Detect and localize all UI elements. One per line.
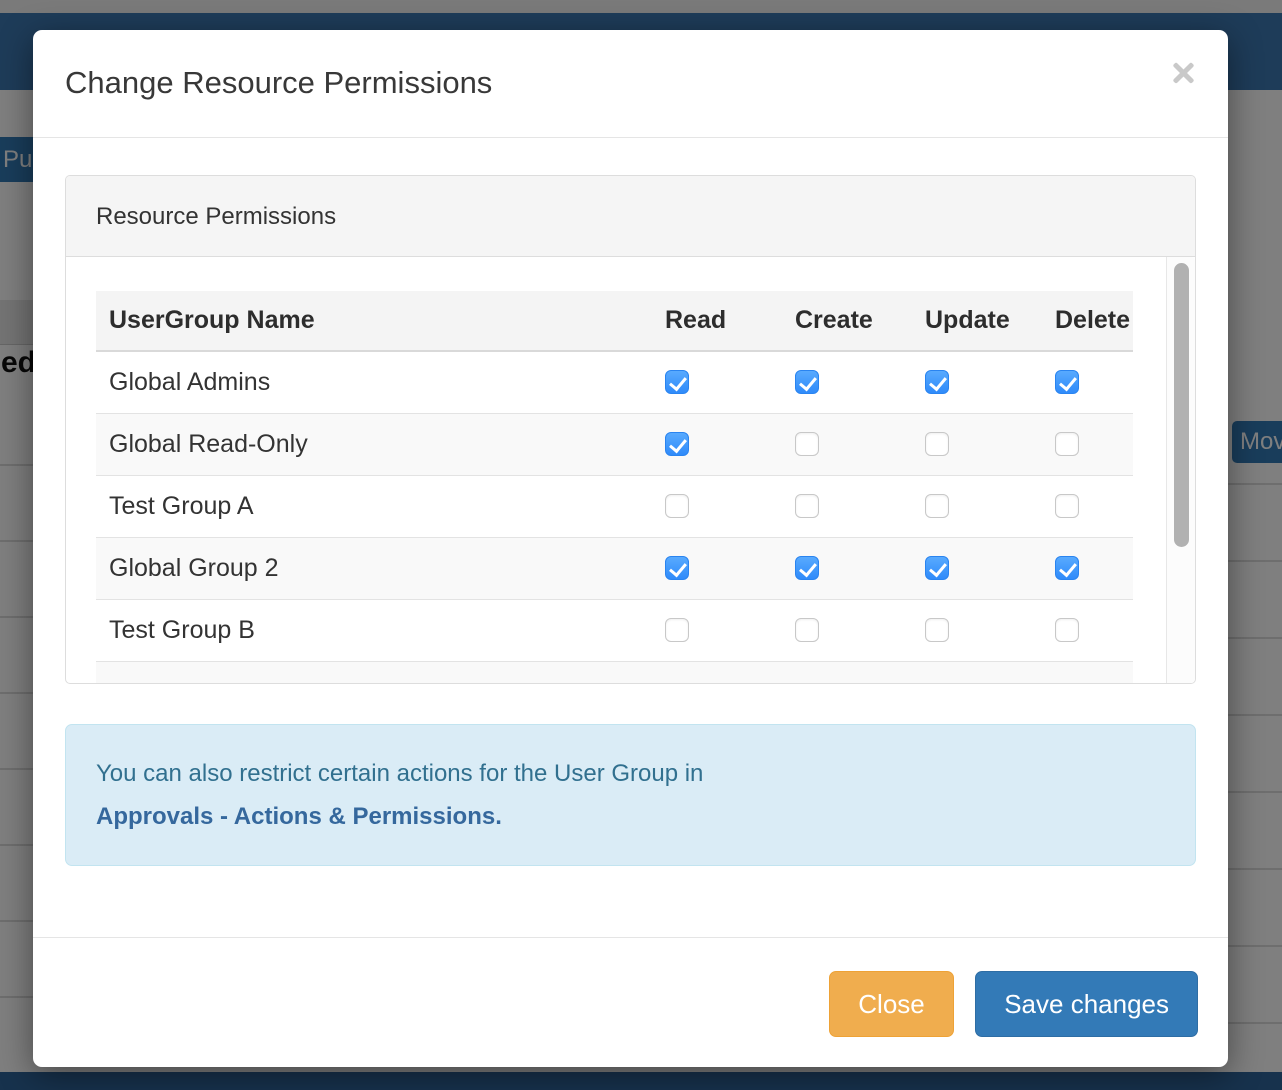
modal-footer: Close Save changes (33, 937, 1228, 1067)
usergroup-name: Test Group B (96, 599, 613, 661)
panel-heading: Resource Permissions (66, 176, 1195, 257)
modal-title: Change Resource Permissions (65, 58, 1196, 108)
column-header-create: Create (743, 291, 873, 351)
checkbox-delete[interactable] (1055, 370, 1079, 394)
checkbox-update[interactable] (925, 556, 949, 580)
close-icon[interactable] (1168, 58, 1196, 86)
table-row-partial (96, 661, 1133, 683)
checkbox-delete[interactable] (1055, 556, 1079, 580)
table-row: Test Group B (96, 599, 1133, 661)
table-header-row: UserGroup NameReadCreateUpdateDelete (96, 291, 1133, 351)
screen: Pus ed Move Change Resource Permissions … (0, 0, 1282, 1090)
usergroup-name: Global Admins (96, 351, 613, 413)
scrollbar-thumb[interactable] (1174, 263, 1189, 547)
info-note-text: You can also restrict certain actions fo… (96, 760, 703, 787)
table-row: Global Group 2 (96, 537, 1133, 599)
checkbox-read[interactable] (665, 432, 689, 456)
usergroup-name: Global Group 2 (96, 537, 613, 599)
column-header-usergroup-name: UserGroup Name (96, 291, 613, 351)
checkbox-read[interactable] (665, 494, 689, 518)
checkbox-delete[interactable] (1055, 432, 1079, 456)
modal-header: Change Resource Permissions (33, 30, 1228, 138)
checkbox-create[interactable] (795, 556, 819, 580)
usergroup-name: Global Read-Only (96, 413, 613, 475)
table-row: Test Group A (96, 475, 1133, 537)
column-header-delete: Delete (1003, 291, 1133, 351)
info-note-suffix: . (495, 803, 502, 830)
permissions-table: UserGroup NameReadCreateUpdateDelete Glo… (96, 291, 1133, 683)
modal-body: Resource Permissions UserGroup NameReadC… (33, 138, 1228, 937)
resource-permissions-panel: Resource Permissions UserGroup NameReadC… (65, 175, 1196, 684)
save-changes-button[interactable]: Save changes (975, 971, 1198, 1037)
checkbox-create[interactable] (795, 432, 819, 456)
checkbox-update[interactable] (925, 370, 949, 394)
usergroup-name: Test Group A (96, 475, 613, 537)
checkbox-delete[interactable] (1055, 494, 1079, 518)
scrollbar-track[interactable] (1166, 257, 1195, 683)
checkbox-create[interactable] (795, 370, 819, 394)
change-resource-permissions-modal: Change Resource Permissions Resource Per… (33, 30, 1228, 1067)
column-header-update: Update (873, 291, 1003, 351)
close-button[interactable]: Close (829, 971, 953, 1037)
checkbox-update[interactable] (925, 432, 949, 456)
checkbox-read[interactable] (665, 556, 689, 580)
checkbox-read[interactable] (665, 618, 689, 642)
checkbox-update[interactable] (925, 618, 949, 642)
table-row: Global Read-Only (96, 413, 1133, 475)
checkbox-create[interactable] (795, 494, 819, 518)
checkbox-create[interactable] (795, 618, 819, 642)
info-note: You can also restrict certain actions fo… (65, 724, 1196, 866)
checkbox-update[interactable] (925, 494, 949, 518)
table-row: Global Admins (96, 351, 1133, 413)
panel-scroll-area[interactable]: UserGroup NameReadCreateUpdateDelete Glo… (66, 257, 1195, 683)
column-header-read: Read (613, 291, 743, 351)
checkbox-read[interactable] (665, 370, 689, 394)
info-note-link[interactable]: Approvals - Actions & Permissions (96, 803, 495, 830)
checkbox-delete[interactable] (1055, 618, 1079, 642)
